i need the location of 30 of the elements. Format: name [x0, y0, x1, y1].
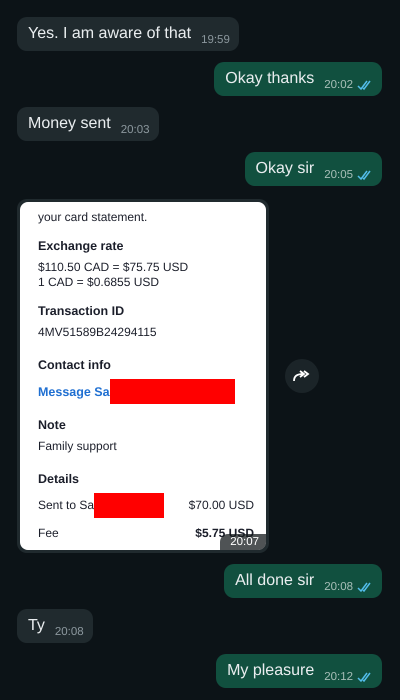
detail-label: Sent to Sa	[38, 498, 94, 513]
forward-button[interactable]	[285, 359, 319, 393]
document-text: your card statement.	[38, 210, 148, 225]
message-text: Okay sir	[256, 159, 314, 179]
section-heading: Contact info	[38, 358, 112, 372]
message-text: All done sir	[235, 571, 314, 591]
document-text: Family support	[38, 439, 118, 454]
section-heading: Details	[38, 472, 80, 486]
message-time: 20:05	[324, 169, 353, 181]
document-text: 1 CAD = $0.6855 USD	[38, 275, 160, 290]
section-heading: Note	[38, 418, 67, 432]
message-time: 20:08	[54, 626, 84, 638]
message-text: Yes. I am aware of that	[28, 24, 192, 44]
forward-icon	[292, 369, 312, 383]
section-heading: Exchange rate	[38, 239, 124, 253]
detail-label: Fee	[38, 526, 59, 541]
message-time: 20:08	[324, 581, 353, 593]
message-time: 19:59	[201, 34, 230, 46]
detail-value: $70.00 USD	[188, 498, 254, 513]
message-time: 20:02	[324, 79, 353, 91]
message-text: My pleasure	[227, 661, 314, 681]
message-text: Ty	[28, 616, 45, 636]
message-time: 20:12	[324, 671, 353, 683]
message-text: Okay thanks	[225, 69, 314, 89]
message-link[interactable]: Message Sa	[38, 384, 110, 398]
document-text: 4MV51589B24294115	[38, 325, 158, 340]
message-time: 20:03	[120, 124, 150, 136]
section-heading: Transaction ID	[38, 304, 126, 318]
message-text: Money sent	[28, 114, 111, 134]
document-text: $110.50 CAD = $75.75 USD	[38, 260, 190, 275]
